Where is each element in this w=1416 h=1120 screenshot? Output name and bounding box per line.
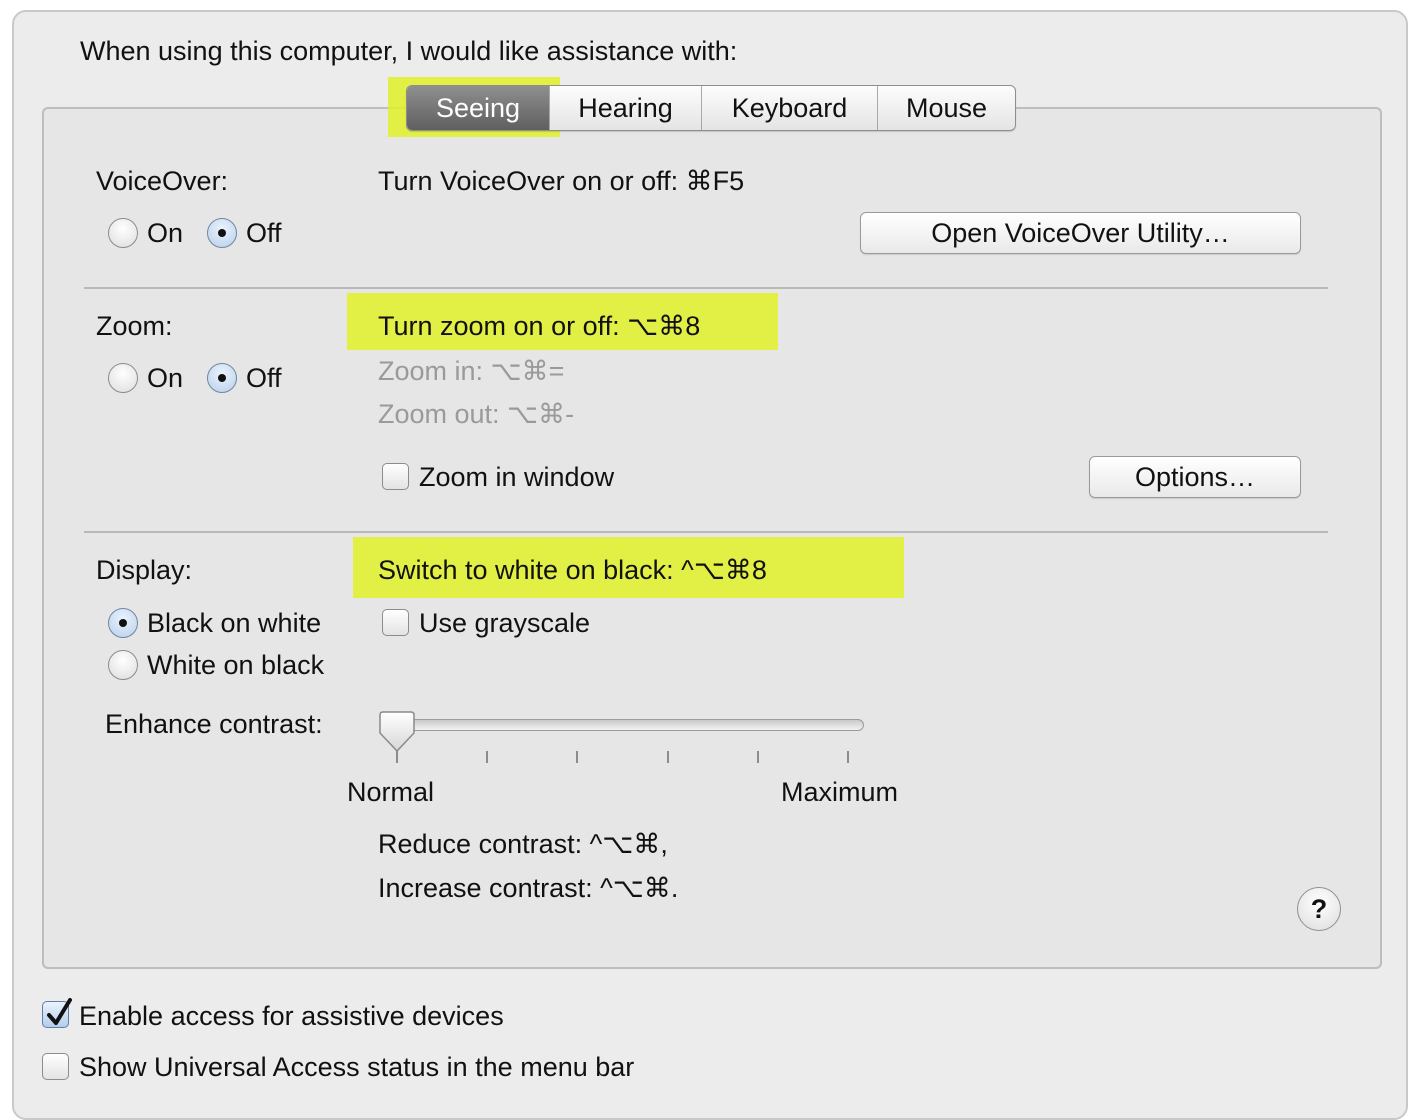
show-status-menu-checkbox[interactable] xyxy=(42,1053,69,1080)
voiceover-on-radio[interactable] xyxy=(108,218,138,248)
help-button[interactable]: ? xyxy=(1297,887,1341,931)
black-on-white-label: Black on white xyxy=(147,608,322,638)
zoom-on-radio[interactable] xyxy=(108,363,138,393)
zoom-off-radio[interactable] xyxy=(207,363,237,393)
black-on-white-radio[interactable] xyxy=(108,608,138,638)
zoom-options-button[interactable]: Options… xyxy=(1089,456,1301,498)
zoom-in-window-checkbox[interactable] xyxy=(382,463,409,490)
display-shortcut: Switch to white on black: ^⌥⌘8 xyxy=(378,555,767,585)
increase-contrast-shortcut: Increase contrast: ^⌥⌘. xyxy=(378,873,679,903)
contrast-max-label: Maximum xyxy=(781,777,899,807)
contrast-slider-knob[interactable] xyxy=(377,711,417,755)
white-on-black-radio[interactable] xyxy=(108,650,138,680)
enable-assistive-devices-label: Enable access for assistive devices xyxy=(79,1001,504,1031)
zoom-out-shortcut: Zoom out: ⌥⌘- xyxy=(378,399,575,429)
display-label: Display: xyxy=(96,555,193,585)
slider-tick xyxy=(486,751,488,763)
voiceover-label: VoiceOver: xyxy=(96,166,229,196)
voiceover-off-radio[interactable] xyxy=(207,218,237,248)
voiceover-off-label: Off xyxy=(246,218,282,248)
intro-text: When using this computer, I would like a… xyxy=(80,36,738,66)
tab-seeing[interactable]: Seeing xyxy=(407,86,549,130)
zoom-in-shortcut: Zoom in: ⌥⌘= xyxy=(378,356,565,386)
slider-tick xyxy=(847,751,849,763)
voiceover-on-label: On xyxy=(147,218,184,248)
zoom-shortcut: Turn zoom on or off: ⌥⌘8 xyxy=(378,311,701,341)
contrast-min-label: Normal xyxy=(347,777,435,807)
section-divider xyxy=(84,287,1328,289)
tab-hearing[interactable]: Hearing xyxy=(549,86,701,130)
enhance-contrast-label: Enhance contrast: xyxy=(105,709,323,739)
checkmark-icon xyxy=(47,998,72,1025)
tab-mouse[interactable]: Mouse xyxy=(877,86,1015,130)
use-grayscale-checkbox[interactable] xyxy=(382,609,409,636)
white-on-black-label: White on black xyxy=(147,650,325,680)
open-voiceover-utility-button[interactable]: Open VoiceOver Utility… xyxy=(860,212,1301,254)
show-status-menu-label: Show Universal Access status in the menu… xyxy=(79,1052,635,1082)
slider-tick xyxy=(667,751,669,763)
zoom-on-label: On xyxy=(147,363,184,393)
zoom-label: Zoom: xyxy=(96,311,173,341)
tab-keyboard[interactable]: Keyboard xyxy=(701,86,877,130)
slider-tick xyxy=(757,751,759,763)
slider-tick xyxy=(576,751,578,763)
zoom-off-label: Off xyxy=(246,363,282,393)
enable-assistive-devices-checkbox[interactable] xyxy=(42,998,72,1028)
voiceover-shortcut: Turn VoiceOver on or off: ⌘F5 xyxy=(378,166,745,196)
use-grayscale-label: Use grayscale xyxy=(419,608,591,638)
tab-bar: Seeing Hearing Keyboard Mouse xyxy=(406,85,1016,131)
zoom-in-window-label: Zoom in window xyxy=(419,462,615,492)
reduce-contrast-shortcut: Reduce contrast: ^⌥⌘, xyxy=(378,829,668,859)
contrast-slider-track[interactable] xyxy=(380,719,864,731)
section-divider xyxy=(84,531,1328,533)
